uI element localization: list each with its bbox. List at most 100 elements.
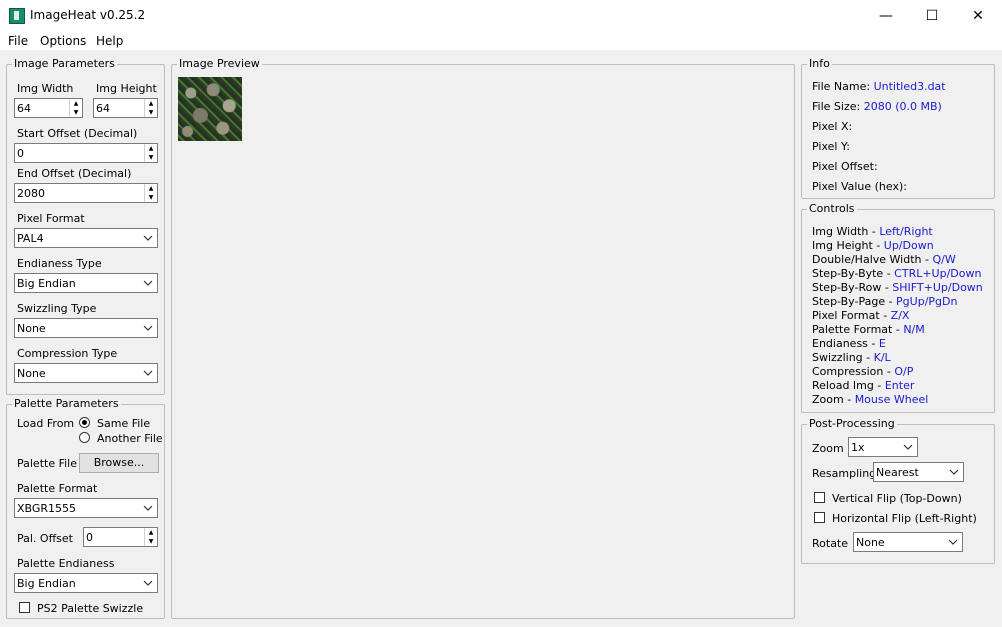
minimize-button[interactable]: — — [863, 0, 909, 32]
control-hint-key: SHIFT+Up/Down — [892, 281, 983, 294]
horizontal-flip-label[interactable]: Horizontal Flip (Left-Right) — [832, 512, 977, 525]
file-name-row: File Name: Untitled3.dat — [812, 80, 946, 93]
spin-down-icon[interactable]: ▼ — [145, 193, 157, 202]
pixel-x-label: Pixel X: — [812, 120, 853, 133]
control-hint-key: Left/Right — [879, 225, 933, 238]
chevron-down-icon — [143, 280, 153, 286]
same-file-label[interactable]: Same File — [97, 417, 150, 430]
control-hint-label: Step-By-Row - — [812, 281, 893, 294]
close-button[interactable]: ✕ — [955, 0, 1001, 32]
spin-down-icon[interactable]: ▼ — [145, 537, 157, 546]
image-preview-canvas[interactable] — [178, 77, 242, 141]
vertical-flip-checkbox[interactable] — [814, 492, 825, 503]
post-processing-group: Post-Processing Zoom 1x Resampling Neare… — [801, 417, 995, 564]
control-hint-label: Step-By-Page - — [812, 295, 897, 308]
control-hint-key: E — [878, 337, 886, 350]
app-icon — [9, 8, 25, 24]
maximize-button[interactable]: ☐ — [909, 0, 955, 32]
another-file-label[interactable]: Another File — [97, 432, 163, 445]
chevron-down-icon — [948, 539, 958, 545]
spin-up-icon[interactable]: ▲ — [145, 184, 157, 193]
spin-up-icon[interactable]: ▲ — [145, 528, 157, 537]
image-parameters-legend: Image Parameters — [12, 57, 117, 71]
chevron-down-icon — [949, 469, 959, 475]
spin-up-icon[interactable]: ▲ — [145, 99, 157, 108]
img-height-spinner[interactable]: 64 ▲ ▼ — [93, 98, 158, 118]
control-hint-key: Z/X — [890, 309, 910, 322]
control-hint-row: Pixel Format - Z/X — [812, 309, 909, 322]
control-hint-row: Step-By-Row - SHIFT+Up/Down — [812, 281, 983, 294]
info-legend: Info — [807, 57, 832, 71]
control-hint-label: Palette Format - — [812, 323, 904, 336]
controls-legend: Controls — [807, 202, 857, 216]
file-size-row: File Size: 2080 (0.0 MB) — [812, 100, 942, 113]
control-hint-label: Endianess - — [812, 337, 879, 350]
palette-format-label: Palette Format — [17, 482, 98, 495]
control-hint-key: K/L — [873, 351, 891, 364]
menu-options[interactable]: Options — [40, 34, 86, 48]
end-offset-spinner[interactable]: 2080 ▲ ▼ — [14, 183, 158, 203]
compression-label: Compression Type — [17, 347, 118, 360]
menu-file[interactable]: File — [8, 34, 28, 48]
control-hint-key: O/P — [894, 365, 914, 378]
control-hint-label: Img Width - — [812, 225, 880, 238]
pixel-y-label: Pixel Y: — [812, 140, 850, 153]
pixel-value-label: Pixel Value (hex): — [812, 180, 907, 193]
info-group: Info File Name: Untitled3.dat File Size:… — [801, 57, 995, 199]
end-offset-label: End Offset (Decimal) — [17, 167, 132, 180]
control-hint-label: Pixel Format - — [812, 309, 891, 322]
ps2-swizzle-checkbox[interactable] — [19, 602, 30, 613]
menu-help[interactable]: Help — [96, 34, 123, 48]
another-file-radio[interactable] — [79, 432, 90, 443]
menu-bar: File Options Help — [0, 32, 1002, 50]
pal-offset-label: Pal. Offset — [17, 532, 73, 545]
endianess-label: Endianess Type — [17, 257, 102, 270]
img-width-spinner[interactable]: 64 ▲ ▼ — [14, 98, 83, 118]
control-hint-row: Endianess - E — [812, 337, 886, 350]
file-size-label: File Size: — [812, 100, 861, 113]
spin-down-icon[interactable]: ▼ — [70, 108, 82, 117]
palette-file-label: Palette File — [17, 457, 78, 470]
compression-select[interactable]: None — [14, 363, 158, 383]
palette-parameters-legend: Palette Parameters — [12, 397, 121, 411]
control-hint-row: Reload Img - Enter — [812, 379, 914, 392]
window-title: ImageHeat v0.25.2 — [30, 8, 146, 22]
ps2-swizzle-label[interactable]: PS2 Palette Swizzle — [37, 602, 143, 615]
pixel-format-select[interactable]: PAL4 — [14, 228, 158, 248]
resampling-label: Resampling — [812, 467, 877, 480]
swizzling-select[interactable]: None — [14, 318, 158, 338]
horizontal-flip-checkbox[interactable] — [814, 512, 825, 523]
spin-up-icon[interactable]: ▲ — [70, 99, 82, 108]
endianess-select[interactable]: Big Endian — [14, 273, 158, 293]
palette-parameters-group: Palette Parameters Load From Same File A… — [6, 397, 165, 619]
control-hint-key: CTRL+Up/Down — [894, 267, 982, 280]
control-hint-row: Zoom - Mouse Wheel — [812, 393, 928, 406]
same-file-radio[interactable] — [79, 417, 90, 428]
chevron-down-icon — [143, 325, 153, 331]
zoom-select[interactable]: 1x — [848, 437, 918, 457]
img-width-label: Img Width — [17, 82, 74, 95]
browse-button[interactable]: Browse... — [79, 453, 159, 473]
resampling-select[interactable]: Nearest — [873, 462, 964, 482]
rotate-select[interactable]: None — [853, 532, 963, 552]
file-name-value: Untitled3.dat — [873, 80, 946, 93]
palette-format-select[interactable]: XBGR1555 — [14, 498, 158, 518]
control-hint-label: Compression - — [812, 365, 895, 378]
vertical-flip-label[interactable]: Vertical Flip (Top-Down) — [832, 492, 962, 505]
swizzling-label: Swizzling Type — [17, 302, 97, 315]
control-hint-key: Up/Down — [883, 239, 934, 252]
pixel-format-label: Pixel Format — [17, 212, 85, 225]
control-hint-key: N/M — [903, 323, 925, 336]
pal-offset-spinner[interactable]: 0 ▲ ▼ — [83, 527, 158, 547]
start-offset-spinner[interactable]: 0 ▲ ▼ — [14, 143, 158, 163]
control-hint-label: Zoom - — [812, 393, 855, 406]
start-offset-label: Start Offset (Decimal) — [17, 127, 138, 140]
post-processing-legend: Post-Processing — [807, 417, 897, 431]
spin-down-icon[interactable]: ▼ — [145, 108, 157, 117]
control-hint-key: Enter — [884, 379, 915, 392]
palette-endianess-select[interactable]: Big Endian — [14, 573, 158, 593]
spin-up-icon[interactable]: ▲ — [145, 144, 157, 153]
control-hint-key: Q/W — [932, 253, 956, 266]
control-hint-label: Reload Img - — [812, 379, 885, 392]
spin-down-icon[interactable]: ▼ — [145, 153, 157, 162]
